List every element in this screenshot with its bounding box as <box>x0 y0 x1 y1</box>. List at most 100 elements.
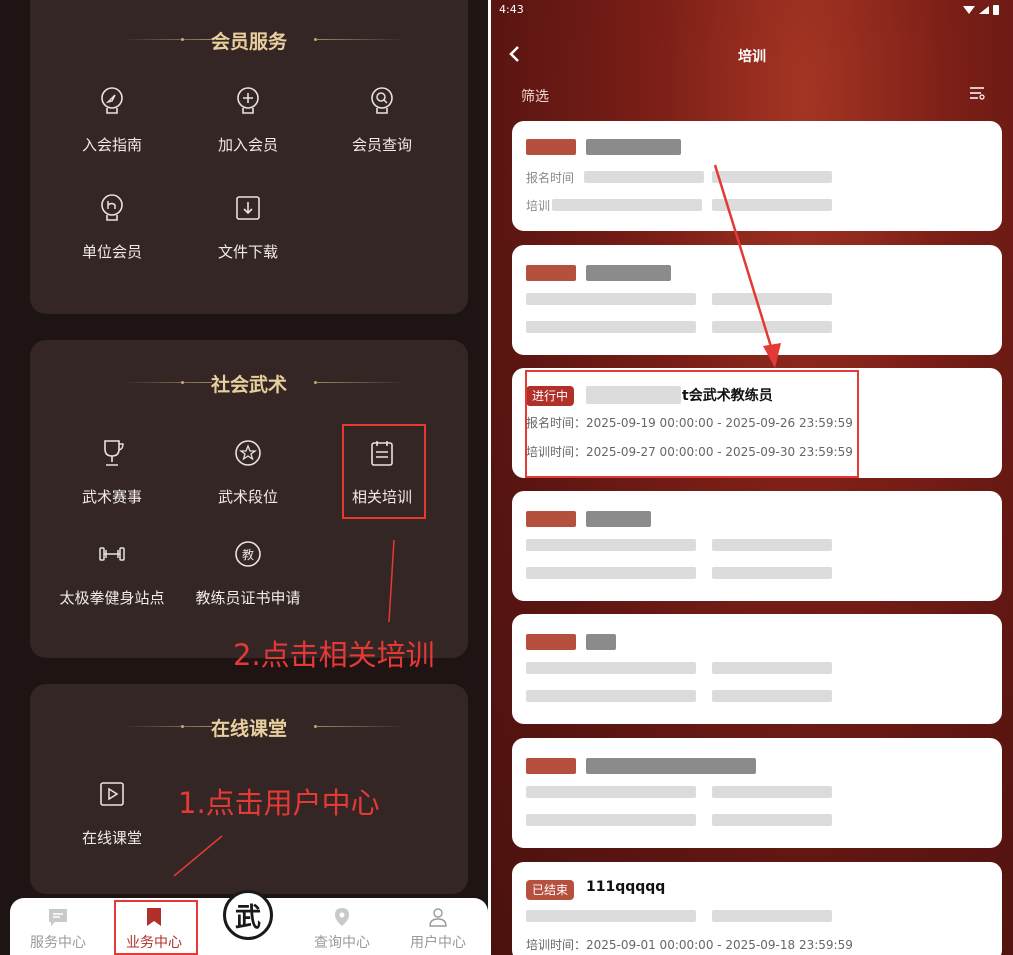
download-icon <box>236 196 260 220</box>
signup-label: 报名时间 <box>526 171 575 185</box>
add-member-icon <box>237 87 259 114</box>
nav-query-center[interactable]: 查询中心 <box>302 898 382 952</box>
nav-user-center[interactable]: 用户中心 <box>398 898 478 952</box>
status-time: 4:43 <box>499 3 524 16</box>
filter-button[interactable]: 筛选 <box>521 86 549 106</box>
service-competitions[interactable]: 武术赛事 <box>52 438 172 507</box>
dumbbell-icon <box>99 547 125 561</box>
blurred-text <box>526 539 696 551</box>
training-card[interactable]: 报名时间 培训 <box>512 121 1002 231</box>
blurred-tag <box>526 511 576 527</box>
filter-list-icon[interactable] <box>969 86 985 100</box>
star-badge-icon <box>235 440 261 466</box>
blurred-name <box>586 139 681 155</box>
blurred-text <box>526 293 696 305</box>
training-card[interactable] <box>512 491 1002 601</box>
blurred-name <box>586 634 616 650</box>
message-icon <box>49 909 67 926</box>
coach-cert-glyph: 教 <box>242 547 254 562</box>
training-label: 培训 <box>526 199 551 213</box>
bottom-navigation: 服务中心 业务中心 武 查询中心 用户中心 <box>10 890 488 955</box>
page-title: 培训 <box>738 49 766 65</box>
status-icons <box>963 5 999 15</box>
blurred-text <box>552 199 702 211</box>
search-member-icon <box>371 87 393 114</box>
service-label: 会员查询 <box>351 136 412 154</box>
user-icon <box>429 908 447 927</box>
business-center-screen: 会员服务 入会指南 加入会员 会员查询 单位会员 文件下载 社会武术 武术赛事 … <box>0 0 488 955</box>
annotation-step1: 1.点击用户中心 <box>178 786 380 820</box>
highlight-box-training <box>342 424 426 519</box>
service-label: 入会指南 <box>81 136 142 154</box>
nav-label: 用户中心 <box>410 935 466 951</box>
blurred-text <box>712 539 832 551</box>
blurred-text <box>526 690 696 702</box>
training-card[interactable] <box>512 738 1002 848</box>
training-card[interactable]: 已结束 111qqqqq 培训时间：2025-09-01 00:00:00 - … <box>512 862 1002 955</box>
logo-icon: 武 <box>223 890 273 940</box>
service-label: 单位会员 <box>81 243 142 261</box>
service-label: 在线课堂 <box>81 829 142 847</box>
blurred-name <box>586 758 756 774</box>
blurred-text <box>526 814 696 826</box>
blurred-text <box>584 171 704 183</box>
service-label: 加入会员 <box>217 136 278 154</box>
blurred-text <box>712 814 832 826</box>
status-badge: 已结束 <box>526 880 575 900</box>
service-label: 太极拳健身站点 <box>59 589 165 607</box>
section-title: 在线课堂 <box>210 718 287 740</box>
blurred-text <box>526 321 696 333</box>
service-label: 武术段位 <box>217 488 278 506</box>
blurred-text <box>526 567 696 579</box>
service-join-guide[interactable]: 入会指南 <box>52 86 172 155</box>
nav-service-center[interactable]: 服务中心 <box>18 898 98 952</box>
annotation-step2: 2.点击相关培训 <box>233 638 435 672</box>
service-unit-member[interactable]: 单位会员 <box>52 193 172 262</box>
section-title: 社会武术 <box>210 374 287 396</box>
highlight-box-card <box>525 370 859 478</box>
blurred-text <box>526 910 696 922</box>
blurred-text <box>526 786 696 798</box>
location-pin-icon <box>335 908 349 926</box>
training-name: 111qqqqq <box>586 879 666 895</box>
training-time: 培训时间：2025-09-01 00:00:00 - 2025-09-18 23… <box>526 938 853 952</box>
title-divider-right <box>316 382 406 383</box>
logo-glyph: 武 <box>234 902 261 933</box>
training-card[interactable] <box>512 245 1002 355</box>
title-divider-right <box>316 726 406 727</box>
blurred-text <box>712 171 832 183</box>
blurred-tag <box>526 758 576 774</box>
blurred-name <box>586 511 651 527</box>
blurred-tag <box>526 634 576 650</box>
service-label: 武术赛事 <box>81 488 142 506</box>
blurred-tag <box>526 139 576 155</box>
blurred-name <box>586 265 671 281</box>
highlight-box-nav <box>114 900 198 955</box>
service-join-member[interactable]: 加入会员 <box>188 86 308 155</box>
nav-label: 服务中心 <box>30 935 86 951</box>
blurred-text <box>712 690 832 702</box>
play-icon <box>100 782 124 806</box>
blurred-text <box>712 293 832 305</box>
blurred-text <box>526 662 696 674</box>
training-list-screen: 4:43 培训 筛选 报名时间 培训 进行中 t会武术教练员 报名时间：2025… <box>491 0 1013 955</box>
service-taichi-sites[interactable]: 太极拳健身站点 <box>52 539 172 608</box>
service-coach-cert[interactable]: 教 教练员证书申请 <box>188 539 308 608</box>
blurred-text <box>712 199 832 211</box>
section-title: 会员服务 <box>210 31 287 53</box>
service-label: 教练员证书申请 <box>195 589 301 607</box>
blurred-text <box>712 567 832 579</box>
service-online-class[interactable]: 在线课堂 <box>52 779 172 848</box>
member-services-card: 会员服务 入会指南 加入会员 会员查询 单位会员 文件下载 <box>30 0 468 314</box>
coach-cert-icon: 教 <box>235 541 261 567</box>
nav-label: 查询中心 <box>314 935 370 951</box>
title-divider-right <box>316 39 406 40</box>
service-member-query[interactable]: 会员查询 <box>322 86 442 155</box>
blurred-text <box>712 662 832 674</box>
nav-logo[interactable]: 武 <box>208 890 288 940</box>
service-file-download[interactable]: 文件下载 <box>188 193 308 262</box>
training-card[interactable] <box>512 614 1002 724</box>
blurred-text <box>712 910 832 922</box>
service-ranks[interactable]: 武术段位 <box>188 438 308 507</box>
trophy-icon <box>104 440 124 466</box>
